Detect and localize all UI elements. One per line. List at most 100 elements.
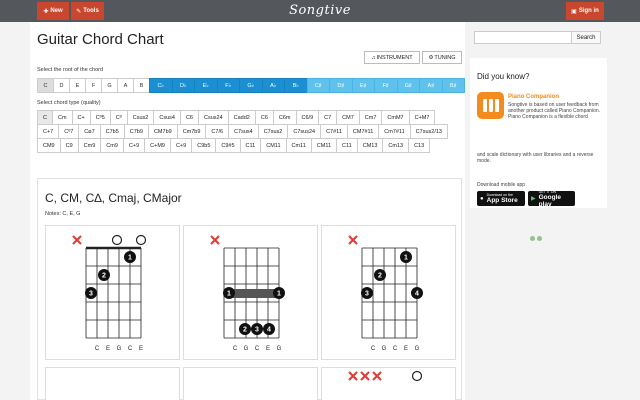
- chord-diagram-card-5[interactable]: [183, 367, 318, 400]
- string-note: G: [244, 346, 249, 352]
- chord-type-button[interactable]: Csus4: [153, 110, 181, 125]
- search-button[interactable]: Search: [571, 31, 601, 44]
- root-button[interactable]: E♯: [351, 78, 375, 93]
- chord-type-button[interactable]: C7sus4: [228, 124, 259, 139]
- open-string-marker: [135, 234, 147, 246]
- chord-type-button[interactable]: Cº: [109, 110, 128, 125]
- chord-type-button[interactable]: C11: [239, 138, 262, 153]
- tuning-button[interactable]: ⚙ TUNING: [422, 51, 462, 64]
- mute-markers-row: [348, 370, 423, 382]
- chord-type-button[interactable]: C9b5: [191, 138, 217, 153]
- chord-type-button[interactable]: C: [37, 110, 53, 125]
- chord-type-button[interactable]: Cm7: [358, 110, 383, 125]
- root-button[interactable]: C: [37, 78, 54, 93]
- chord-type-button[interactable]: C⌀7: [78, 124, 101, 139]
- chord-type-button[interactable]: C11: [336, 138, 358, 153]
- chord-type-button[interactable]: CM7b9: [147, 124, 178, 139]
- chord-type-button[interactable]: CM7#11: [346, 124, 380, 139]
- chord-type-button[interactable]: Cm7#11: [378, 124, 411, 139]
- chord-type-button[interactable]: C+7: [37, 124, 60, 139]
- root-button[interactable]: A♯: [419, 78, 443, 93]
- chord-type-button[interactable]: C+: [71, 110, 91, 125]
- chord-type-button[interactable]: C+9: [169, 138, 193, 153]
- chord-type-button[interactable]: C13: [408, 138, 431, 153]
- chord-type-button[interactable]: CM11: [310, 138, 338, 153]
- chord-type-button[interactable]: CmM7: [381, 110, 410, 125]
- chord-type-button[interactable]: Cm11: [285, 138, 312, 153]
- chord-type-button[interactable]: C7#11: [320, 124, 348, 139]
- root-button[interactable]: B♭: [284, 78, 308, 93]
- chord-type-button[interactable]: C+M9: [144, 138, 171, 153]
- chord-diagram-1: 1 2 3 C E G C E: [72, 234, 147, 352]
- chord-diagram-card-6[interactable]: [321, 367, 456, 400]
- svg-text:1: 1: [227, 291, 231, 298]
- chord-type-button[interactable]: C6/9: [295, 110, 320, 125]
- chord-type-button[interactable]: CM7: [336, 110, 360, 125]
- chord-type-button[interactable]: C7sus24: [287, 124, 322, 139]
- carousel-dots[interactable]: [530, 236, 542, 241]
- root-button[interactable]: G: [101, 78, 118, 93]
- instrument-button[interactable]: ♫ INSTRUMENT: [364, 51, 420, 64]
- root-button[interactable]: A: [117, 78, 134, 93]
- chord-type-button[interactable]: C7sus2/13: [409, 124, 448, 139]
- chord-type-button[interactable]: C6: [179, 110, 199, 125]
- chord-type-button[interactable]: C+9: [122, 138, 146, 153]
- chord-type-button[interactable]: Cm13: [382, 138, 410, 153]
- root-button[interactable]: C♭: [149, 78, 173, 93]
- chord-type-button[interactable]: Cadd2: [227, 110, 256, 125]
- chord-type-button[interactable]: C7b5: [99, 124, 125, 139]
- chord-type-button[interactable]: C+M7: [408, 110, 436, 125]
- chord-type-button[interactable]: Cm9: [100, 138, 124, 153]
- root-button[interactable]: C♯: [306, 78, 330, 93]
- root-button[interactable]: E♭: [194, 78, 218, 93]
- chord-type-button[interactable]: C9: [59, 138, 79, 153]
- root-button[interactable]: B♯: [441, 78, 465, 93]
- chord-diagram-card-2[interactable]: 1 1 2 3 4 C G C E G: [183, 225, 318, 360]
- chord-type-button[interactable]: Cº5: [89, 110, 111, 125]
- root-button[interactable]: A♭: [261, 78, 285, 93]
- logo[interactable]: Songtive: [0, 3, 640, 18]
- chord-type-button[interactable]: CM11: [260, 138, 287, 153]
- chord-type-button[interactable]: CM13: [356, 138, 384, 153]
- root-button[interactable]: D♯: [329, 78, 353, 93]
- root-button[interactable]: D♭: [171, 78, 195, 93]
- root-button[interactable]: G♯: [396, 78, 420, 93]
- chord-type-button[interactable]: C6: [254, 110, 274, 125]
- chord-diagram-card-1[interactable]: 1 2 3 C E G C E: [45, 225, 180, 360]
- root-button[interactable]: B: [133, 78, 150, 93]
- chord-type-button[interactable]: C7b9: [123, 124, 149, 139]
- chord-type-button[interactable]: C7: [318, 110, 338, 125]
- chord-type-button[interactable]: Cm: [51, 110, 73, 125]
- search-input[interactable]: [474, 31, 572, 44]
- svg-text:3: 3: [365, 291, 369, 298]
- chord-type-button[interactable]: C6m: [272, 110, 297, 125]
- root-button[interactable]: D: [53, 78, 70, 93]
- sign-in-button[interactable]: ▣ Sign in: [566, 2, 604, 20]
- string-note: C: [233, 346, 238, 352]
- chord-diagram-card-4[interactable]: [45, 367, 180, 400]
- chord-type-button[interactable]: CM9: [37, 138, 61, 153]
- chord-type-button[interactable]: Cm7b9: [176, 124, 207, 139]
- chord-notes: Notes: C, E, G: [45, 211, 81, 217]
- string-note: G: [382, 346, 387, 352]
- piano-companion-link[interactable]: Piano Companion: [508, 94, 559, 100]
- chord-type-button[interactable]: Cº7: [58, 124, 80, 139]
- chord-type-button[interactable]: C9#5: [215, 138, 241, 153]
- chord-type-button[interactable]: C7sus2: [257, 124, 289, 139]
- google-play-button[interactable]: ▶ GET IT ON Google play: [528, 190, 575, 208]
- chord-type-button[interactable]: Csus24: [197, 110, 229, 125]
- piano-companion-app-icon[interactable]: [477, 92, 504, 119]
- root-button[interactable]: F♯: [374, 78, 398, 93]
- root-button[interactable]: F: [85, 78, 102, 93]
- chord-type-button[interactable]: Csus2: [126, 110, 155, 125]
- root-button[interactable]: E: [69, 78, 86, 93]
- chord-diagram-card-3[interactable]: 1 2 3 4 C G C E G: [321, 225, 456, 360]
- app-store-button[interactable]: ● Download on the App Store: [477, 191, 525, 206]
- svg-text:2: 2: [378, 273, 382, 280]
- string-note: G: [277, 346, 282, 352]
- root-button[interactable]: G♭: [239, 78, 263, 93]
- chord-type-button[interactable]: Cm9: [77, 138, 102, 153]
- gear-icon: ⚙: [428, 54, 434, 61]
- root-button[interactable]: F♭: [216, 78, 240, 93]
- chord-type-button[interactable]: C7/6: [205, 124, 230, 139]
